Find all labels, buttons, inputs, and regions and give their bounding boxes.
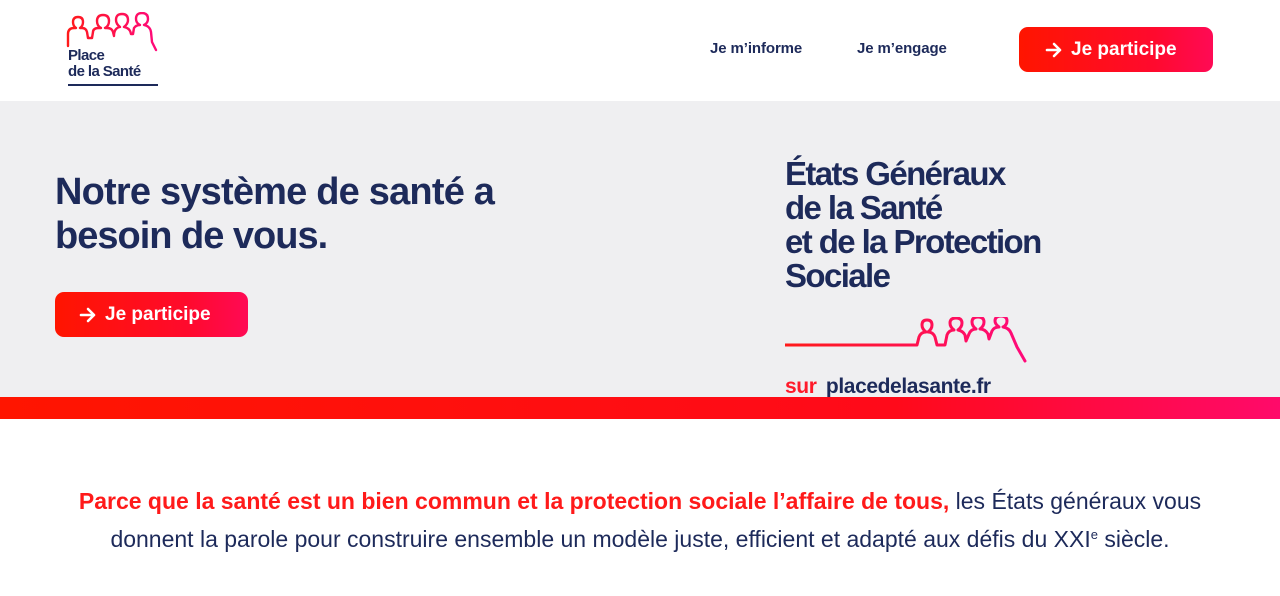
logo-line-1: Place [68, 47, 105, 64]
nav-je-m-informe[interactable]: Je m’informe [710, 40, 802, 57]
people-outline-icon [66, 12, 158, 52]
intro-highlight: Parce que la santé est un bien commun et… [78, 488, 950, 514]
gradient-divider [0, 397, 1280, 419]
logo-underline [68, 84, 158, 86]
people-outline-icon [785, 317, 1027, 363]
etats-generaux-line-2: de la Santé [785, 189, 943, 226]
etats-generaux-url: sur placedelasante.fr [785, 375, 991, 399]
intro-paragraph: Parce que la santé est un bien commun et… [40, 482, 1240, 558]
hero-headline-regular: Notre système de santé a [55, 171, 495, 213]
etats-generaux-line-3: et de la Protection [785, 223, 1042, 260]
hero-section: Notre système de santé a besoin de vous.… [0, 101, 1280, 398]
arrow-right-icon [79, 307, 96, 322]
hero-participate-button[interactable]: Je participe [55, 292, 248, 337]
etats-generaux-logo: États Généraux de la Santé et de la Prot… [785, 155, 1105, 398]
etats-generaux-line-4: Sociale [785, 257, 891, 294]
place-de-la-sante-logo[interactable]: Place de la Santé [66, 12, 162, 90]
url-prefix: sur [785, 375, 817, 398]
url-site: placedelasante.fr [825, 375, 991, 398]
arrow-right-icon [1045, 42, 1062, 57]
hero-headline-bold: besoin de vous. [55, 215, 328, 257]
intro-century-sup: e [1090, 527, 1098, 542]
intro-century: XXI [1053, 526, 1091, 552]
nav-je-m-engage[interactable]: Je m’engage [857, 40, 947, 57]
site-header: Place de la Santé Je m’informe Je m’enga… [0, 0, 1280, 101]
header-participate-label: Je participe [1071, 38, 1177, 60]
hero-participate-label: Je participe [105, 303, 211, 325]
intro-text-part-2: siècle. [1097, 526, 1170, 552]
etats-generaux-line-1: États Généraux [785, 155, 1006, 192]
header-participate-button[interactable]: Je participe [1019, 27, 1213, 72]
logo-wordmark: Place de la Santé [68, 48, 141, 80]
logo-line-2: de la Santé [68, 63, 141, 80]
